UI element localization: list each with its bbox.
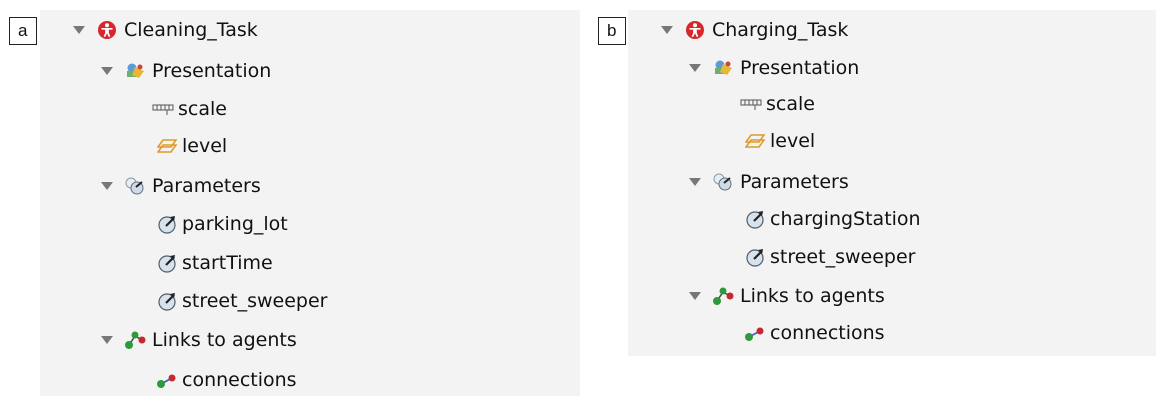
tree-node-label: Charging_Task xyxy=(712,19,849,41)
agent-icon xyxy=(96,19,118,41)
panel-label-b: b xyxy=(598,17,626,45)
tree-node-links[interactable]: Links to agents xyxy=(98,326,297,354)
tree-node-parameter[interactable]: startTime xyxy=(156,249,273,277)
tree-node-label: Presentation xyxy=(152,60,272,82)
parameter-icon xyxy=(744,246,766,268)
tree-node-level[interactable]: level xyxy=(744,127,815,155)
parameter-icon xyxy=(156,290,178,312)
triangle-down-icon[interactable] xyxy=(70,16,88,44)
parameters-icon xyxy=(124,175,146,197)
tree-node-label: level xyxy=(182,135,228,157)
tree-node-label: scale xyxy=(178,98,227,120)
parameters-icon xyxy=(712,171,734,193)
tree-node-label: Parameters xyxy=(152,175,261,197)
tree-node-label: street_sweeper xyxy=(770,246,916,268)
tree-node-label: parking_lot xyxy=(182,213,288,235)
presentation-icon xyxy=(124,60,146,82)
triangle-down-icon[interactable] xyxy=(98,172,116,200)
level-icon xyxy=(744,130,766,152)
tree-node-presentation[interactable]: Presentation xyxy=(686,54,859,82)
ruler-icon xyxy=(740,93,762,115)
tree-node-connection[interactable]: connections xyxy=(156,366,297,394)
tree-node-root[interactable]: Charging_Task xyxy=(658,16,848,44)
parameter-icon xyxy=(744,208,766,230)
tree-node-label: Links to agents xyxy=(152,329,297,351)
tree-node-links[interactable]: Links to agents xyxy=(686,282,885,310)
triangle-down-icon[interactable] xyxy=(686,54,704,82)
tree-panel-b: Charging_Task Presentation scale level P… xyxy=(628,10,1156,356)
tree-node-label: startTime xyxy=(182,252,273,274)
tree-node-label: Cleaning_Task xyxy=(124,19,258,41)
tree-node-connection[interactable]: connections xyxy=(744,319,885,347)
panel-label-a: a xyxy=(9,17,37,45)
tree-node-presentation[interactable]: Presentation xyxy=(98,57,271,85)
tree-node-scale[interactable]: scale xyxy=(152,95,227,123)
triangle-down-icon[interactable] xyxy=(686,282,704,310)
tree-node-label: chargingStation xyxy=(770,208,921,230)
tree-node-label: connections xyxy=(770,322,885,344)
parameter-icon xyxy=(156,252,178,274)
tree-node-parameter[interactable]: street_sweeper xyxy=(744,243,915,271)
triangle-down-icon[interactable] xyxy=(686,168,704,196)
tree-node-label: Links to agents xyxy=(740,285,885,307)
links-icon xyxy=(124,329,146,351)
tree-node-label: level xyxy=(770,130,816,152)
tree-panel-a: Cleaning_Task Presentation scale level P… xyxy=(40,10,580,396)
ruler-icon xyxy=(152,98,174,120)
tree-node-parameter[interactable]: chargingStation xyxy=(744,205,921,233)
tree-node-scale[interactable]: scale xyxy=(740,90,815,118)
tree-node-parameter[interactable]: street_sweeper xyxy=(156,287,327,315)
tree-node-label: Presentation xyxy=(740,57,860,79)
agent-icon xyxy=(684,19,706,41)
tree-node-level[interactable]: level xyxy=(156,132,227,160)
tree-node-label: scale xyxy=(766,93,815,115)
links-icon xyxy=(712,285,734,307)
tree-node-label: Parameters xyxy=(740,171,849,193)
level-icon xyxy=(156,135,178,157)
tree-node-parameters[interactable]: Parameters xyxy=(98,172,261,200)
tree-node-label: street_sweeper xyxy=(182,290,328,312)
connection-icon xyxy=(156,369,178,391)
triangle-down-icon[interactable] xyxy=(98,57,116,85)
tree-node-parameters[interactable]: Parameters xyxy=(686,168,849,196)
tree-node-parameter[interactable]: parking_lot xyxy=(156,210,288,238)
presentation-icon xyxy=(712,57,734,79)
tree-node-root[interactable]: Cleaning_Task xyxy=(70,16,258,44)
parameter-icon xyxy=(156,213,178,235)
tree-node-label: connections xyxy=(182,369,297,391)
triangle-down-icon[interactable] xyxy=(658,16,676,44)
triangle-down-icon[interactable] xyxy=(98,326,116,354)
connection-icon xyxy=(744,322,766,344)
